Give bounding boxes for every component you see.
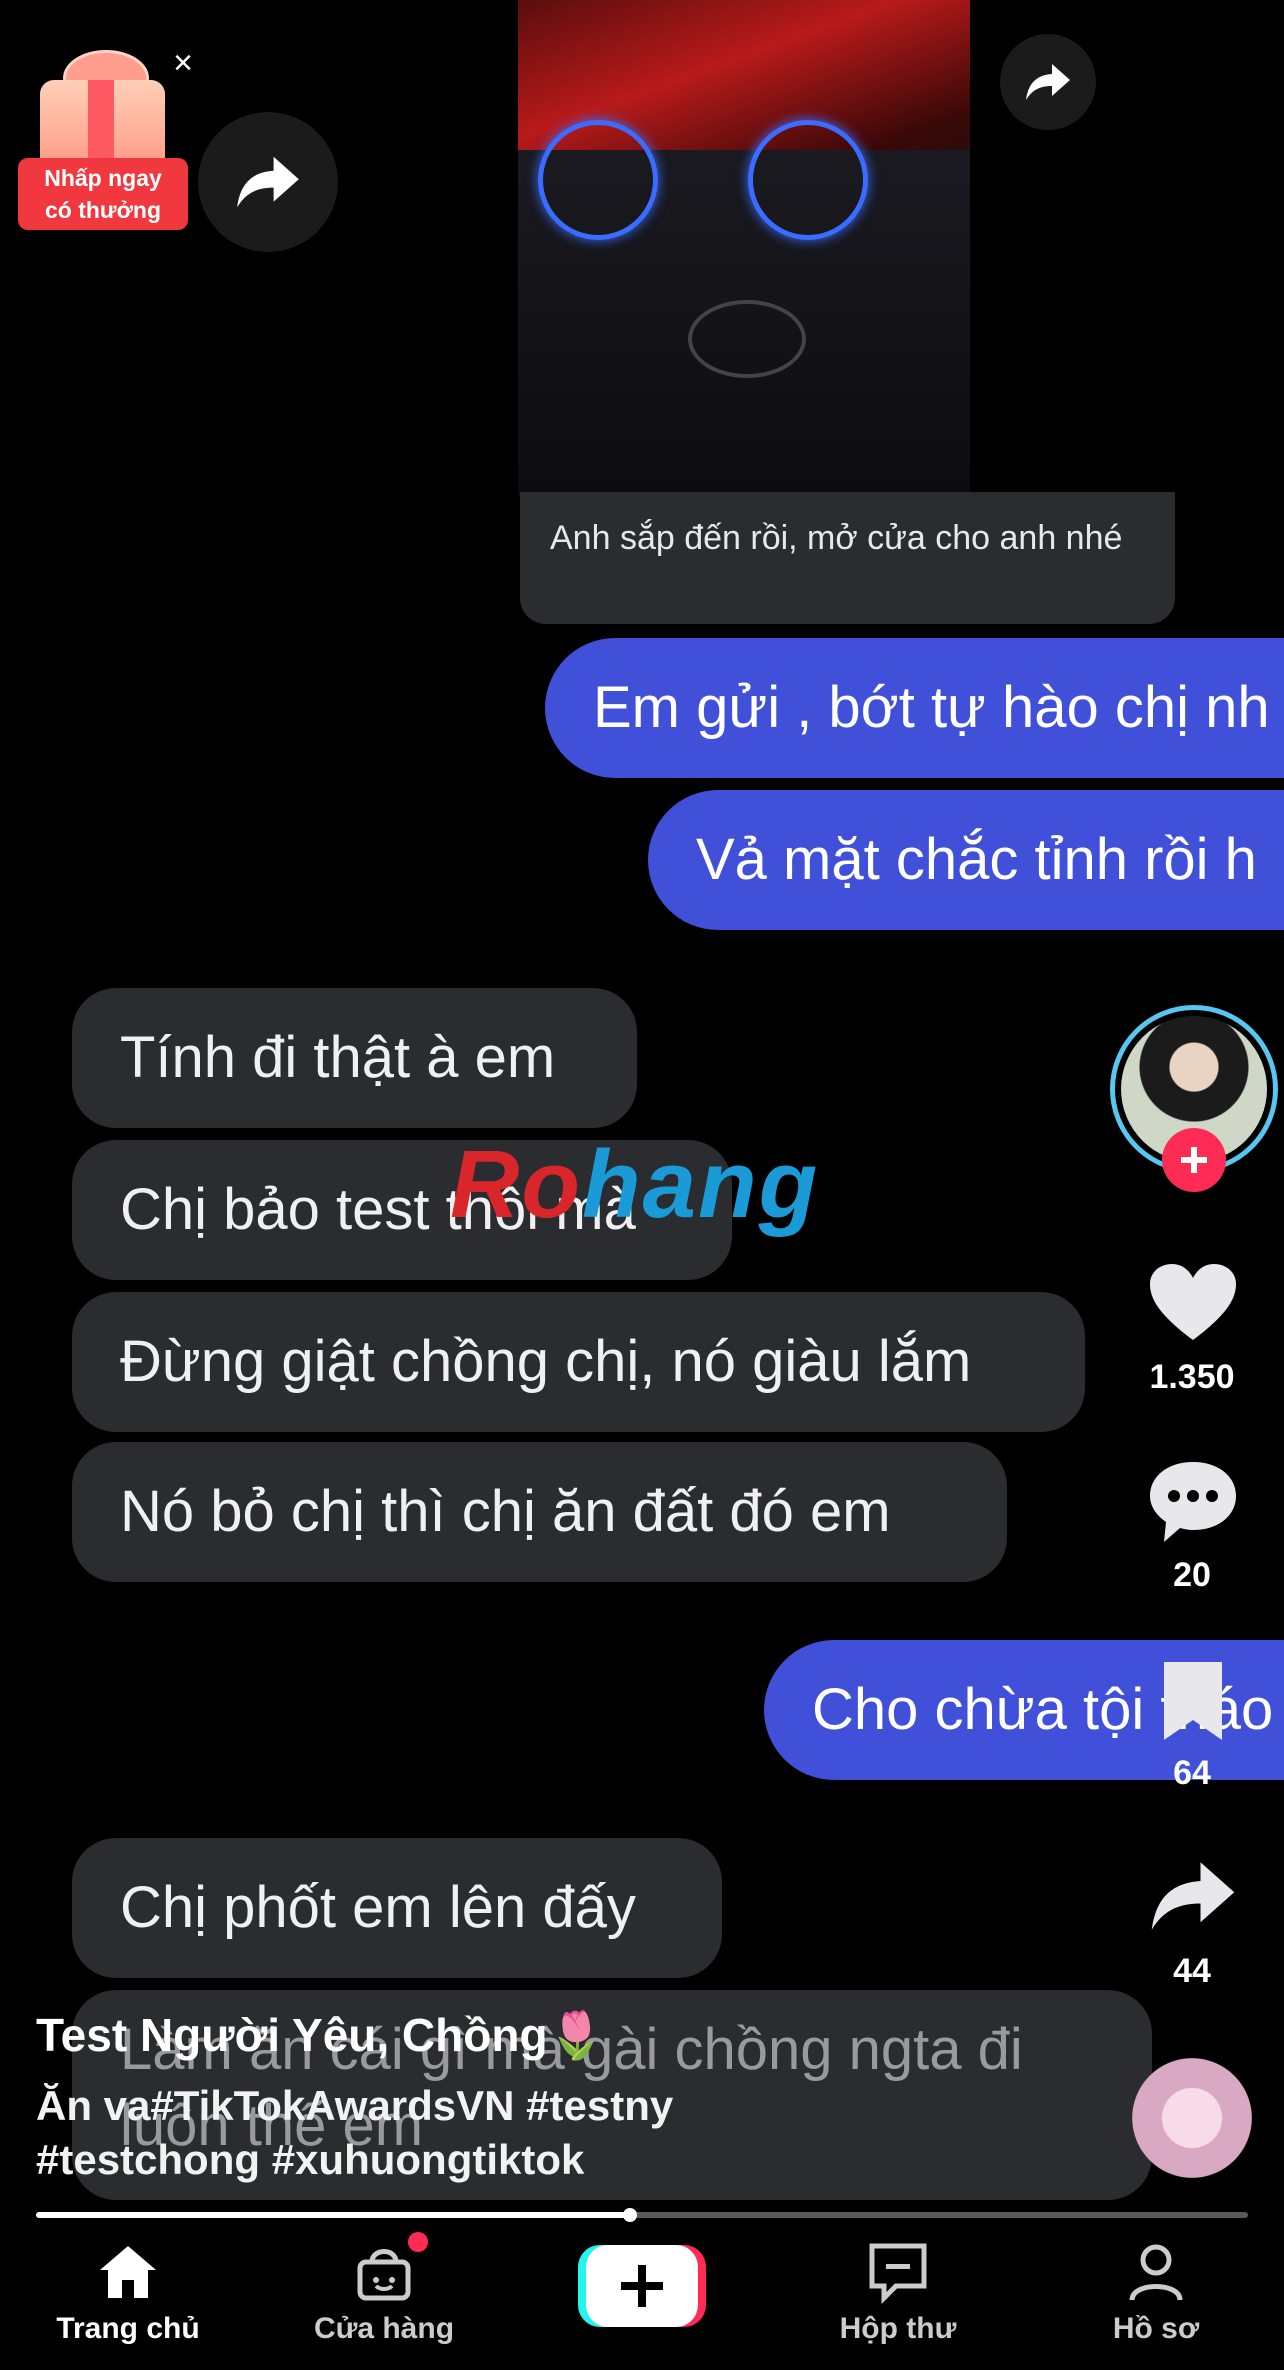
chat-bubble-received: Tính đi thật à em	[72, 988, 637, 1128]
chat-bubble-received: Chị phốt em lên đấy	[72, 1838, 722, 1978]
nav-inbox-label: Hộp thư	[839, 2312, 957, 2345]
comment-icon[interactable]	[1148, 1460, 1238, 1549]
video-progress-bar[interactable]	[36, 2208, 1248, 2222]
speed-gauge	[538, 120, 658, 240]
chat-bubble-received: Nó bỏ chị thì chị ăn đất đó em	[72, 1442, 1007, 1582]
nav-shop[interactable]: Cửa hàng	[256, 2222, 512, 2370]
nav-home[interactable]: Trang chủ	[0, 2222, 256, 2370]
tulip-emoji: 🌷	[547, 2009, 605, 2061]
video-share-icon[interactable]	[1000, 34, 1096, 130]
steering-wheel	[688, 300, 806, 378]
save-count: 64	[1173, 1754, 1211, 1792]
watermark-logo: Rohang	[450, 1131, 820, 1238]
sound-disc-avatar[interactable]	[1132, 2058, 1252, 2178]
chat-bubble-sent: Em gửi , bớt tự hào chị nh	[545, 638, 1284, 778]
share-count: 44	[1173, 1952, 1211, 1990]
caption-text[interactable]: Ăn va#TikTokAwardsVN #testny	[36, 2082, 673, 2130]
comment-count: 20	[1173, 1556, 1211, 1594]
profile-icon	[1129, 2244, 1183, 2301]
rpm-gauge	[748, 120, 868, 240]
gift-promo-label: Nhấp ngay có thưởng	[18, 158, 188, 230]
bookmark-icon[interactable]	[1158, 1660, 1228, 1747]
create-button[interactable]	[578, 2245, 706, 2327]
nav-inbox[interactable]: Hộp thư	[770, 2222, 1026, 2370]
share-icon[interactable]	[198, 112, 338, 252]
close-icon[interactable]: ×	[166, 46, 200, 80]
nav-profile[interactable]: Hồ sơ	[1028, 2222, 1284, 2370]
caption-hashtags[interactable]: #testchong #xuhuongtiktok	[36, 2136, 584, 2184]
chat-bubble-sent: Vả mặt chắc tỉnh rồi h	[648, 790, 1284, 930]
progress-knob[interactable]	[622, 2208, 637, 2222]
embedded-video-frame	[518, 0, 970, 495]
nav-profile-label: Hồ sơ	[1112, 2312, 1200, 2345]
shopping-bag-icon	[357, 2249, 411, 2301]
chat-bubble-received: Đừng giật chồng chị, nó giàu lắm	[72, 1292, 1085, 1432]
gift-promo[interactable]: Nhấp ngay có thưởng	[18, 50, 188, 235]
heart-icon[interactable]	[1148, 1262, 1238, 1347]
video-title: Test Người Yêu, Chồng🌷	[36, 2009, 605, 2061]
nav-home-label: Trang chủ	[56, 2312, 200, 2345]
share-icon[interactable]	[1148, 1856, 1238, 1941]
follow-plus-button[interactable]	[1162, 1128, 1226, 1192]
inbox-icon	[869, 2243, 927, 2304]
home-icon	[100, 2246, 156, 2298]
chat-bubble-received-small: Anh sắp đến rồi, mở cửa cho anh nhé	[520, 492, 1175, 624]
progress-fill	[36, 2212, 630, 2218]
notification-dot	[408, 2232, 428, 2252]
like-count: 1.350	[1149, 1358, 1235, 1396]
nav-shop-label: Cửa hàng	[313, 2312, 455, 2345]
